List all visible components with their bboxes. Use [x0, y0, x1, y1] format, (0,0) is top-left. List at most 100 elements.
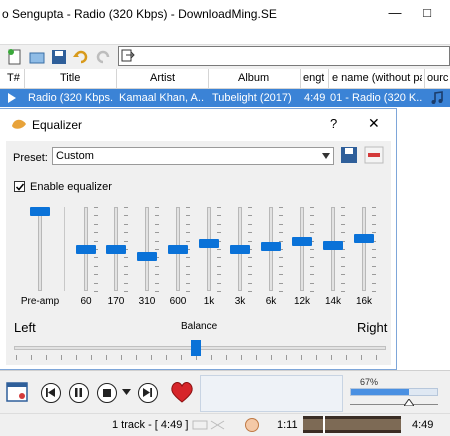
- spectrum-visualizer[interactable]: [200, 375, 343, 412]
- row-artist: Kamaal Khan, A...: [119, 92, 205, 104]
- location-bar[interactable]: [118, 46, 450, 66]
- maximize-button[interactable]: □: [412, 0, 442, 28]
- redo-icon[interactable]: [94, 48, 112, 66]
- close-button[interactable]: ✕: [368, 115, 380, 132]
- stop-options-chevron-icon[interactable]: [122, 389, 131, 395]
- band-track-3[interactable]: [145, 207, 149, 291]
- row-title: Radio (320 Kbps...: [28, 92, 114, 104]
- stop-after-current-icon[interactable]: [244, 417, 260, 433]
- preset-label: Preset:: [13, 152, 48, 164]
- balance-tick: [361, 355, 362, 360]
- col-album[interactable]: Album: [238, 72, 269, 84]
- col-track[interactable]: T#: [7, 72, 20, 84]
- seek-thumb-icon[interactable]: [404, 399, 414, 406]
- elapsed-time: 1:11: [277, 419, 298, 431]
- stop-button[interactable]: [97, 383, 117, 403]
- next-button[interactable]: [138, 383, 158, 403]
- band-track-8[interactable]: [300, 207, 304, 291]
- repeat-shuffle-icon[interactable]: [192, 419, 226, 431]
- waveform-seekbar[interactable]: [303, 416, 401, 433]
- band-tick: [341, 282, 345, 284]
- save-preset-icon[interactable]: [340, 146, 358, 164]
- band-tick: [94, 232, 98, 234]
- equalizer-title: Equalizer: [32, 118, 83, 132]
- band-tick: [279, 274, 283, 276]
- volume-track[interactable]: [350, 388, 438, 396]
- playlist-window-icon[interactable]: [6, 381, 28, 403]
- band-tick: [279, 282, 283, 284]
- undo-icon[interactable]: [72, 48, 90, 66]
- band-tick: [124, 291, 128, 292]
- band-thumb-5[interactable]: [199, 239, 219, 249]
- band-tick: [248, 291, 252, 292]
- col-filename[interactable]: e name (without pa: [332, 72, 422, 84]
- preset-select[interactable]: Custom: [52, 147, 334, 165]
- enable-equalizer-checkbox[interactable]: [14, 181, 25, 192]
- band-tick: [124, 215, 128, 217]
- balance-tick: [271, 355, 272, 360]
- band-tick: [186, 223, 190, 225]
- pause-button[interactable]: [69, 383, 89, 403]
- band-thumb-8[interactable]: [292, 236, 312, 246]
- checkmark-icon: [15, 183, 25, 191]
- balance-thumb[interactable]: [191, 340, 202, 356]
- chevron-down-icon: [322, 153, 330, 159]
- band-thumb-9[interactable]: [323, 240, 343, 250]
- balance-tick: [241, 355, 242, 360]
- balance-tick: [256, 355, 257, 360]
- band-thumb-7[interactable]: [261, 241, 281, 251]
- band-tick: [217, 257, 221, 259]
- balance-tick: [46, 355, 47, 360]
- save-icon[interactable]: [50, 48, 68, 66]
- band-thumb-2[interactable]: [106, 245, 126, 254]
- band-tick: [248, 207, 252, 208]
- band-tick: [248, 232, 252, 234]
- band-track-10[interactable]: [362, 207, 366, 291]
- help-button[interactable]: ?: [330, 116, 337, 131]
- band-tick: [94, 223, 98, 225]
- band-track-5[interactable]: [207, 207, 211, 291]
- band-tick: [94, 291, 98, 292]
- band-thumb-0[interactable]: [30, 207, 50, 217]
- balance-tick: [346, 355, 347, 360]
- main-title-bar: o Sengupta - Radio (320 Kbps) - Download…: [0, 0, 450, 28]
- balance-tick: [331, 355, 332, 360]
- band-tick: [155, 232, 159, 234]
- preamp-separator: [64, 207, 65, 291]
- equalizer-title-bar: Equalizer ? ✕: [0, 109, 397, 139]
- delete-preset-icon[interactable]: [364, 146, 384, 164]
- band-tick: [248, 265, 252, 267]
- band-tick: [248, 215, 252, 217]
- band-tick: [372, 257, 376, 259]
- col-title[interactable]: Title: [60, 72, 80, 84]
- band-tick: [217, 223, 221, 225]
- band-tick: [310, 232, 314, 234]
- col-length[interactable]: engt: [303, 72, 324, 84]
- col-artist[interactable]: Artist: [150, 72, 175, 84]
- balance-tick: [226, 355, 227, 360]
- balance-right-label: Right: [357, 320, 388, 335]
- band-tick: [186, 215, 190, 217]
- heart-icon[interactable]: [170, 381, 194, 403]
- open-icon[interactable]: [28, 48, 46, 66]
- previous-button[interactable]: [41, 383, 61, 403]
- playlist-row[interactable]: Radio (320 Kbps... Kamaal Khan, A... Tub…: [0, 89, 450, 107]
- col-source[interactable]: ourc: [427, 72, 449, 84]
- minimize-button[interactable]: —: [380, 0, 410, 28]
- band-tick: [248, 274, 252, 276]
- band-tick: [155, 223, 159, 225]
- new-playlist-icon[interactable]: [6, 48, 24, 66]
- band-tick: [124, 265, 128, 267]
- band-tick: [124, 223, 128, 225]
- seek-track[interactable]: [350, 404, 438, 405]
- band-thumb-10[interactable]: [354, 234, 374, 244]
- band-thumb-1[interactable]: [76, 245, 96, 254]
- band-tick: [155, 291, 159, 292]
- total-time: 4:49: [412, 419, 434, 431]
- band-tick: [279, 223, 283, 225]
- band-track-0[interactable]: [38, 207, 42, 291]
- band-thumb-4[interactable]: [168, 245, 188, 254]
- equalizer-dialog: Equalizer ? ✕ Preset: Custom Enable equa…: [0, 108, 397, 370]
- band-thumb-3[interactable]: [137, 251, 157, 261]
- band-thumb-6[interactable]: [230, 245, 250, 254]
